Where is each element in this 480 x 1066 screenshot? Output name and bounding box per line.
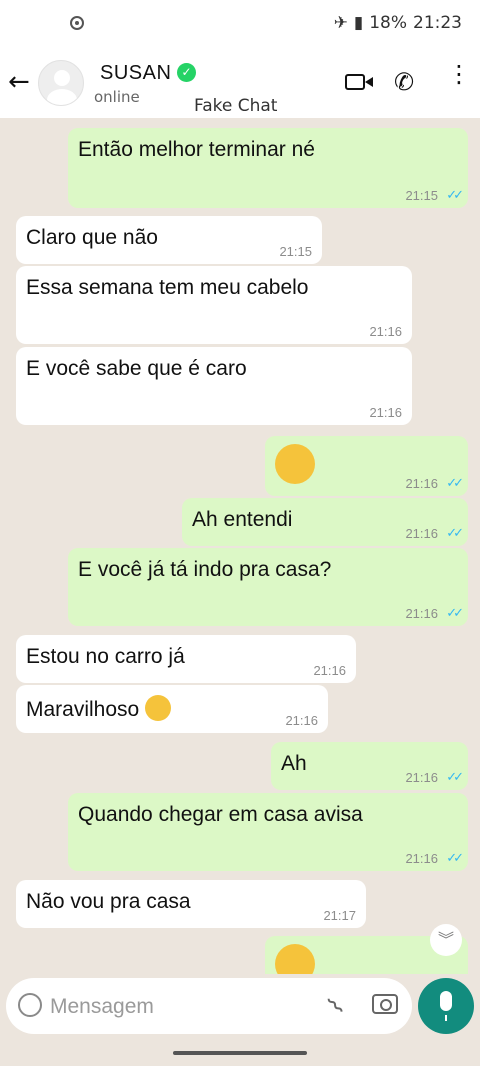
read-receipt-icon: ✓✓ [446, 525, 464, 540]
contact-name[interactable]: SUSAN [100, 62, 171, 85]
message-text: Quando chegar em casa avisa [78, 803, 363, 826]
message-time: 21:15 [279, 244, 312, 259]
message-bubble-outgoing[interactable]: Ah 21:16 ✓✓ [271, 742, 468, 790]
back-arrow-icon[interactable]: ← [8, 68, 32, 96]
message-text: Então melhor terminar né [78, 138, 315, 161]
thinking-face-icon [275, 944, 315, 974]
message-time: 21:16 [405, 526, 438, 541]
emoji-icon[interactable] [18, 993, 42, 1017]
message-text: Claro que não [26, 226, 158, 249]
status-bar: ✈ ▮ 18% 21:23 [0, 0, 480, 50]
message-time: 21:16 [369, 405, 402, 420]
message-bubble-outgoing[interactable]: 21:16 ✓✓ [265, 436, 468, 496]
message-text: E você sabe que é caro [26, 357, 247, 380]
message-input[interactable]: Mensagem [50, 995, 154, 1019]
message-time: 21:16 [405, 770, 438, 785]
message-bubble-incoming[interactable]: Estou no carro já 21:16 [16, 635, 356, 683]
heart-eyes-face-icon [145, 695, 172, 721]
read-receipt-icon: ✓✓ [446, 605, 464, 620]
read-receipt-icon: ✓✓ [446, 475, 464, 490]
read-receipt-icon: ✓✓ [446, 187, 464, 202]
message-composer[interactable]: Mensagem ⌇ [6, 978, 412, 1034]
message-time: 21:16 [405, 476, 438, 491]
avatar[interactable] [38, 60, 84, 106]
video-call-icon[interactable] [345, 74, 373, 90]
message-bubble-incoming[interactable]: Maravilhoso 21:16 [16, 685, 328, 733]
flushed-face-icon [275, 444, 315, 484]
status-right: ✈ ▮ 18% 21:23 [334, 13, 462, 33]
screen-record-icon [70, 16, 84, 30]
message-bubble-incoming[interactable]: Claro que não 21:15 [16, 216, 322, 264]
watermark-label: Fake Chat [194, 96, 278, 116]
system-nav-bar [0, 1034, 480, 1066]
airplane-icon: ✈ [333, 13, 348, 33]
message-text: Ah entendi [192, 508, 293, 531]
message-text: Maravilhoso [26, 695, 172, 722]
read-receipt-icon: ✓✓ [446, 769, 464, 784]
message-time: 21:16 [405, 606, 438, 621]
message-bubble-outgoing[interactable]: E você já tá indo pra casa? 21:16 ✓✓ [68, 548, 468, 626]
message-list: Então melhor terminar né 21:15 ✓✓ Claro … [0, 118, 480, 974]
voice-record-button[interactable] [418, 978, 474, 1034]
home-indicator[interactable] [173, 1051, 307, 1055]
phone-icon[interactable]: ✆ [394, 68, 414, 96]
message-time: 21:16 [405, 851, 438, 866]
message-bubble-incoming[interactable]: Não vou pra casa 21:17 [16, 880, 366, 928]
message-text: Não vou pra casa [26, 890, 191, 913]
attach-icon[interactable]: ⌇ [322, 992, 350, 1020]
verified-badge-icon: ✓ [177, 63, 196, 82]
message-bubble-outgoing[interactable]: Quando chegar em casa avisa 21:16 ✓✓ [68, 793, 468, 871]
chat-header: ← SUSAN ✓ online Fake Chat ✆ ⋮ [0, 50, 480, 118]
camera-icon[interactable] [372, 994, 398, 1014]
more-options-icon[interactable]: ⋮ [447, 62, 471, 86]
contact-status: online [94, 88, 140, 106]
message-text: Essa semana tem meu cabelo [26, 276, 309, 299]
message-text: Ah [281, 752, 307, 775]
message-time: 21:15 [405, 188, 438, 203]
message-bubble-outgoing[interactable]: Então melhor terminar né 21:15 ✓✓ [68, 128, 468, 208]
message-time: 21:16 [313, 663, 346, 678]
scroll-to-bottom-button[interactable]: ︾ [430, 924, 462, 956]
clock: 21:23 [413, 13, 462, 33]
message-bubble-incoming[interactable]: E você sabe que é caro 21:16 [16, 347, 412, 425]
message-time: 21:16 [369, 324, 402, 339]
message-bubble-incoming[interactable]: Essa semana tem meu cabelo 21:16 [16, 266, 412, 344]
battery-icon: ▮ [353, 13, 364, 33]
message-time: 21:16 [285, 713, 318, 728]
message-bubble-outgoing[interactable]: Ah entendi 21:16 ✓✓ [182, 498, 468, 546]
message-time: 21:17 [323, 908, 356, 923]
message-text: Estou no carro já [26, 645, 185, 668]
message-text: E você já tá indo pra casa? [78, 558, 332, 581]
battery-level: 18% [369, 13, 407, 33]
microphone-icon [440, 991, 452, 1021]
read-receipt-icon: ✓✓ [446, 850, 464, 865]
